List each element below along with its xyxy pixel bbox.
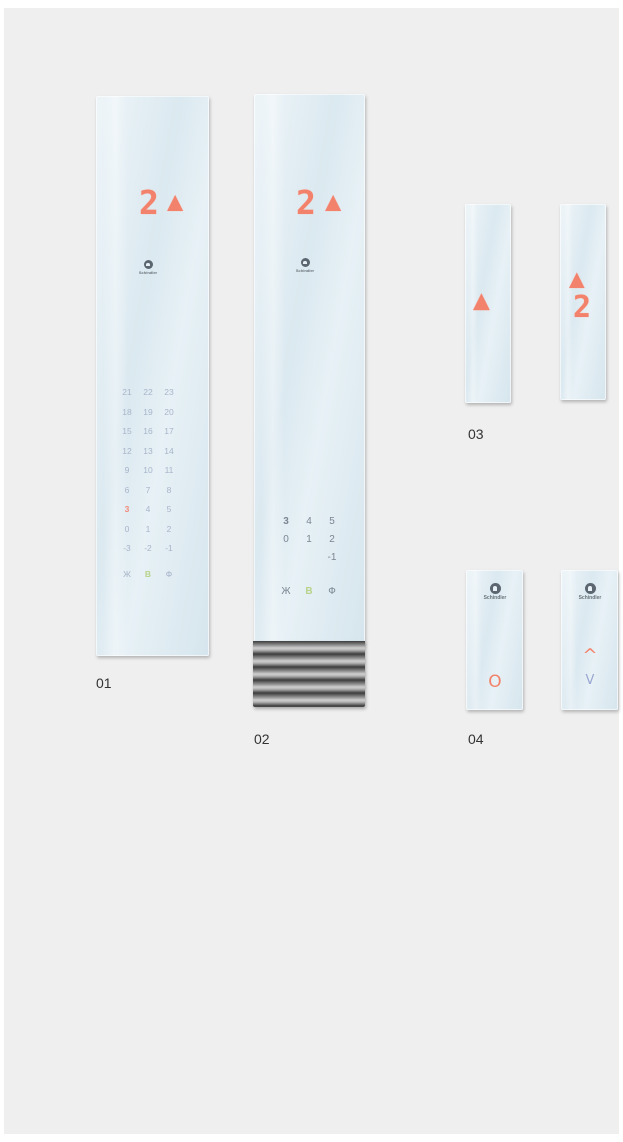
door-close-button[interactable]: Ф (162, 569, 176, 579)
alarm-button[interactable]: Ж (120, 569, 134, 579)
panel-01-floor-display: 2 (139, 183, 159, 222)
schindler-logo-icon (300, 258, 310, 267)
floor-button[interactable]: 14 (162, 446, 176, 456)
door-open-button[interactable]: B (302, 586, 316, 597)
caption-02: 02 (254, 731, 270, 747)
floor-button[interactable]: 12 (120, 446, 134, 456)
floor-button[interactable]: 16 (141, 426, 155, 436)
logo-text: Schindler (138, 270, 158, 275)
caption-04: 04 (468, 731, 484, 747)
panel-01-up-arrow-icon: ▲ (167, 186, 184, 217)
floor-button[interactable]: 6 (120, 485, 134, 495)
floor-button[interactable]: 23 (162, 387, 176, 397)
schindler-logo-icon (489, 583, 501, 594)
up-button[interactable]: ^ (582, 645, 598, 666)
panel-02 (254, 94, 365, 644)
floor-button[interactable]: 5 (325, 516, 339, 527)
logo-text: Schindler (483, 595, 507, 601)
floor-button[interactable]: 3 (279, 516, 293, 527)
floor-button[interactable]: 10 (141, 465, 155, 475)
floor-button[interactable]: 22 (141, 387, 155, 397)
floor-button[interactable]: 2 (325, 534, 339, 545)
floor-button[interactable]: 9 (120, 465, 134, 475)
floor-button[interactable]: -2 (141, 543, 155, 553)
floor-button[interactable]: 20 (162, 407, 176, 417)
floor-button[interactable]: 13 (141, 446, 155, 456)
floor-button[interactable]: 0 (120, 524, 134, 534)
floor-button[interactable]: 15 (120, 426, 134, 436)
floor-button[interactable]: 2 (162, 524, 176, 534)
panel-03-right-floor-display: 2 (573, 290, 592, 325)
floor-button[interactable]: 0 (279, 534, 293, 545)
panel-04-right-logo: Schindler (574, 583, 606, 601)
caption-01: 01 (96, 675, 112, 691)
panel-01-logo: Schindler (133, 260, 163, 275)
panel-02-floor-display: 2 (296, 183, 316, 222)
schindler-logo-icon (143, 260, 153, 269)
panel-04-left-logo: Schindler (479, 583, 511, 601)
floor-button[interactable]: 18 (120, 407, 134, 417)
floor-button[interactable]: -3 (120, 543, 134, 553)
floor-button[interactable]: 17 (162, 426, 176, 436)
door-close-button[interactable]: Ф (325, 586, 339, 597)
floor-button[interactable]: -1 (162, 543, 176, 553)
floor-button[interactable]: 21 (120, 387, 134, 397)
floor-button[interactable]: 3 (120, 504, 134, 514)
floor-button[interactable]: 19 (141, 407, 155, 417)
floor-button[interactable]: 1 (302, 534, 316, 545)
alarm-button[interactable]: Ж (279, 586, 293, 597)
call-button[interactable]: O (487, 672, 503, 692)
floor-button[interactable]: 7 (141, 485, 155, 495)
panel-02-speaker-grille (253, 641, 365, 707)
schindler-logo-icon (584, 583, 596, 594)
panel-02-up-arrow-icon: ▲ (325, 186, 342, 217)
floor-button[interactable]: 4 (302, 516, 316, 527)
panel-02-logo: Schindler (290, 258, 320, 273)
logo-text: Schindler (295, 268, 315, 273)
floor-button[interactable]: -1 (325, 552, 339, 563)
floor-button[interactable]: 8 (162, 485, 176, 495)
down-button[interactable]: V (582, 673, 598, 688)
logo-text: Schindler (578, 595, 602, 601)
floor-button[interactable]: 5 (162, 504, 176, 514)
floor-button[interactable]: 1 (141, 524, 155, 534)
panel-03-left-up-arrow-icon: ▲ (473, 283, 490, 316)
caption-03: 03 (468, 426, 484, 442)
door-open-button[interactable]: B (141, 569, 155, 579)
floor-button[interactable]: 11 (162, 465, 176, 475)
floor-button[interactable]: 4 (141, 504, 155, 514)
